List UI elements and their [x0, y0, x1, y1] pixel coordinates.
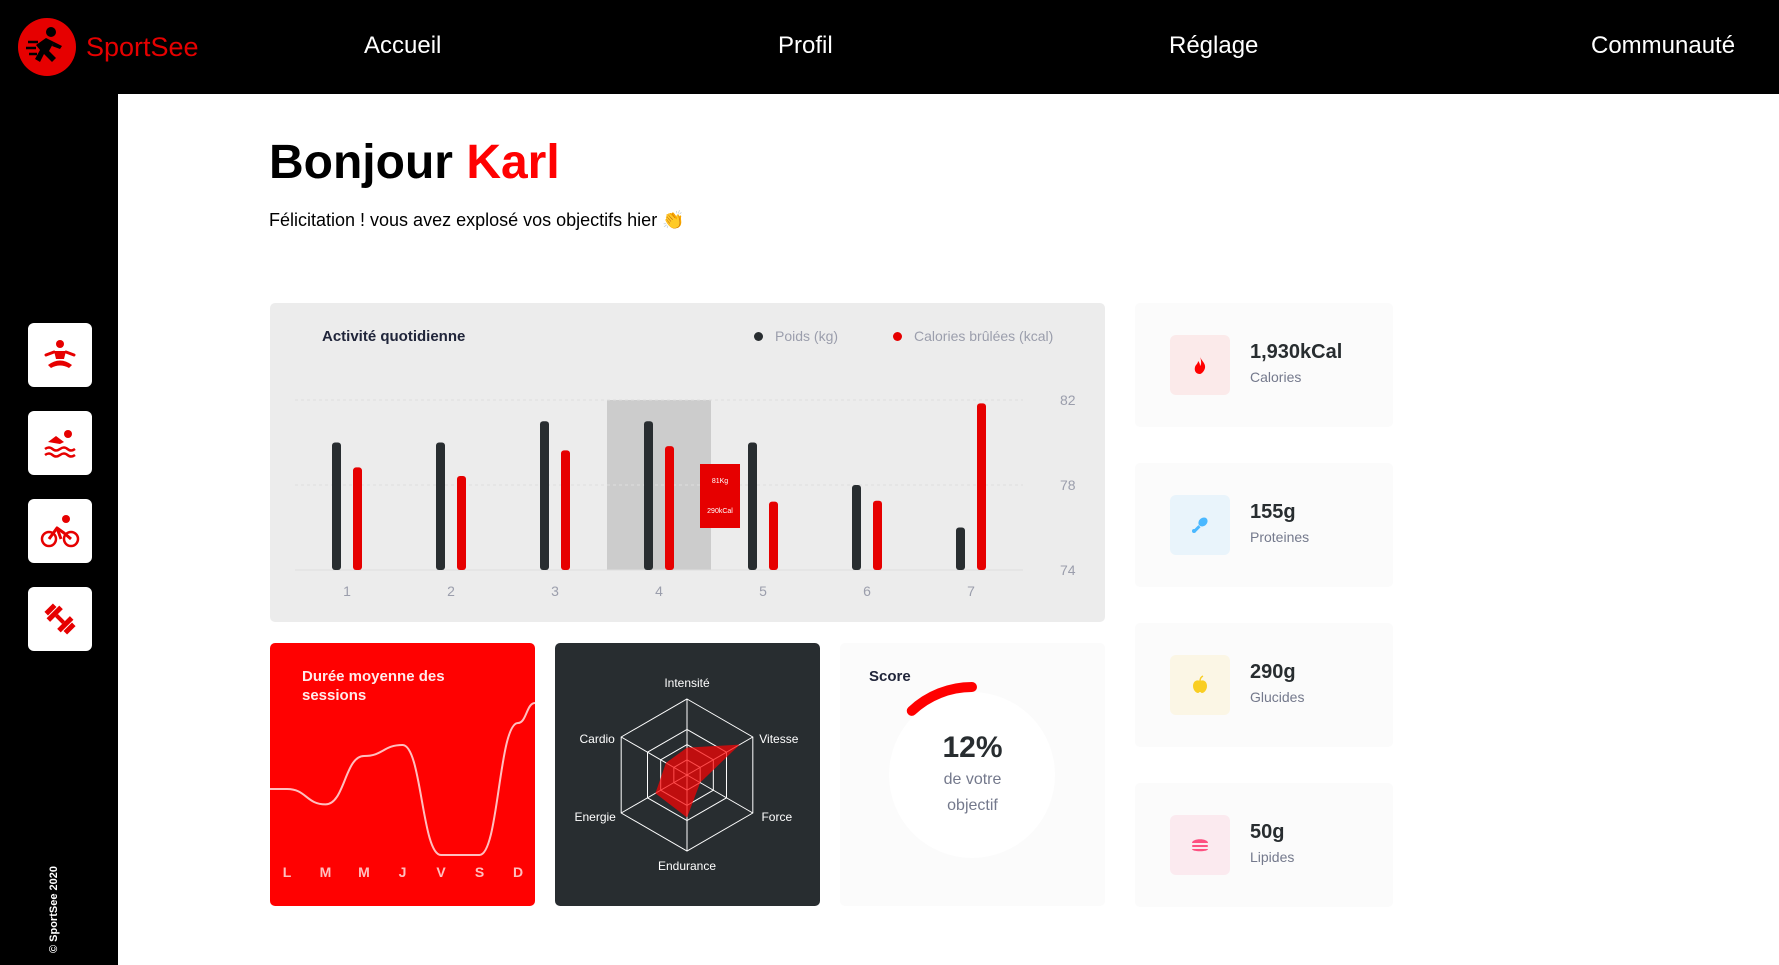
x-tick-label: 2	[447, 583, 455, 599]
day-label: J	[399, 864, 407, 880]
weight-bar	[644, 421, 653, 570]
proteins-value: 155g	[1250, 501, 1296, 523]
cycling-icon	[40, 515, 80, 548]
daily-activity-title: Activité quotidienne	[322, 328, 466, 345]
flame-icon	[1170, 335, 1230, 395]
top-navbar: SportSee Accueil Profil Réglage Communau…	[0, 0, 1779, 94]
weight-bar	[748, 442, 757, 570]
calories-bar	[561, 450, 570, 570]
score-caption-line1: de votre	[943, 771, 1002, 788]
yoga-icon	[44, 340, 76, 368]
weight-bar	[540, 421, 549, 570]
calories-value: 1,930kCal	[1250, 341, 1343, 363]
sidebar-yoga-button[interactable]	[28, 323, 92, 387]
score-value: 12%	[942, 731, 1003, 764]
calories-bar	[457, 475, 466, 570]
y-tick-label: 82	[1060, 392, 1076, 408]
apple-icon	[1170, 655, 1230, 715]
x-tick-label: 4	[655, 583, 663, 599]
y-tick-label: 78	[1060, 477, 1076, 493]
greeting-message: Félicitation ! vous avez explosé vos obj…	[269, 210, 685, 230]
lipids-label: Lipides	[1250, 849, 1295, 865]
average-sessions-card: Durée moyenne des sessions LMMJVSD	[270, 643, 535, 906]
burger-icon	[1170, 815, 1230, 875]
greeting-hello: Bonjour	[269, 136, 453, 189]
runner-logo-icon	[18, 18, 76, 76]
score-card: Score 12% de votre objectif	[840, 643, 1105, 906]
radar-label: Energie	[574, 810, 616, 824]
day-label: M	[358, 864, 370, 880]
legend-calories-label: Calories brûlées (kcal)	[914, 328, 1054, 344]
weight-bar	[332, 442, 341, 570]
performance-radar-chart: Intensité Vitesse Force Endurance Energie Car…	[574, 676, 798, 873]
key-data-proteins: 155g Proteines	[1135, 463, 1393, 587]
calories-bar	[873, 500, 882, 570]
key-data-carbs: 290g Glucides	[1135, 623, 1393, 747]
radar-label: Endurance	[658, 859, 716, 873]
brand-name: SportSee	[86, 31, 199, 62]
x-tick-label: 5	[759, 583, 767, 599]
sidebar: © SportSee 2020	[0, 94, 118, 965]
weight-bar	[436, 442, 445, 570]
calories-label: Calories	[1250, 369, 1302, 385]
tooltip-box	[700, 464, 740, 528]
tooltip-weight: 81Kg	[712, 478, 728, 485]
y-tick-label: 74	[1060, 562, 1076, 578]
x-tick-label: 1	[343, 583, 351, 599]
legend-calories: Calories brûlées (kcal)	[893, 328, 1053, 344]
calories-bar	[977, 403, 986, 570]
radar-label: Cardio	[580, 732, 616, 746]
sidebar-cycling-button[interactable]	[28, 499, 92, 563]
key-data-calories: 1,930kCal Calories	[1135, 303, 1393, 427]
swimming-icon	[44, 430, 76, 458]
sidebar-dumbbell-button[interactable]	[28, 587, 92, 651]
x-tick-label: 6	[863, 583, 871, 599]
carbs-label: Glucides	[1250, 689, 1305, 705]
weight-bar	[956, 527, 965, 570]
day-label: L	[283, 864, 292, 880]
legend-dot-dark	[754, 331, 763, 341]
hover-highlight	[607, 400, 711, 570]
day-label: V	[436, 864, 446, 880]
legend-weight: Poids (kg)	[754, 328, 838, 344]
day-label: S	[475, 864, 484, 880]
weight-bar	[852, 485, 861, 570]
day-label: M	[320, 864, 332, 880]
carbs-value: 290g	[1250, 661, 1296, 683]
radar-label: Force	[761, 810, 792, 824]
nav-reglage[interactable]: Réglage	[1169, 32, 1258, 60]
daily-activity-chart: 82 78 74 1 2 3 4 5 6 7 81Kg 290kCal	[295, 392, 1076, 599]
page-title: Bonjour Karl	[269, 135, 560, 190]
average-sessions-chart: LMMJVSD	[270, 702, 535, 880]
nav-profil[interactable]: Profil	[778, 32, 833, 60]
x-tick-label: 3	[551, 583, 559, 599]
sidebar-swimming-button[interactable]	[28, 411, 92, 475]
user-first-name: Karl	[466, 136, 560, 189]
lipids-value: 50g	[1250, 821, 1285, 843]
calories-bar	[769, 501, 778, 570]
nav-accueil[interactable]: Accueil	[364, 32, 441, 60]
logo[interactable]: SportSee	[18, 18, 199, 76]
nav-communaute[interactable]: Communauté	[1591, 32, 1735, 60]
calories-bar	[353, 467, 362, 570]
key-data-lipids: 50g Lipides	[1135, 783, 1393, 907]
x-tick-label: 7	[967, 583, 975, 599]
radar-label: Vitesse	[759, 732, 798, 746]
day-label: D	[513, 864, 523, 880]
drumstick-icon	[1170, 495, 1230, 555]
score-caption-line2: objectif	[947, 797, 998, 814]
session-line	[270, 702, 535, 856]
tooltip-calories: 290kCal	[707, 508, 733, 515]
legend-dot-red	[893, 331, 902, 341]
radar-label: Intensité	[664, 676, 710, 690]
calories-bar	[665, 446, 674, 570]
dumbbell-icon	[44, 603, 76, 635]
legend-weight-label: Poids (kg)	[775, 328, 839, 344]
proteins-label: Proteines	[1250, 529, 1310, 545]
performance-card: Intensité Vitesse Force Endurance Energie Car…	[555, 643, 820, 906]
